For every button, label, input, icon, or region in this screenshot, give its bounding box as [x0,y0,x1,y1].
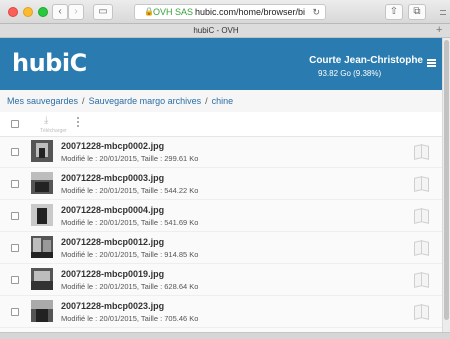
open-book-icon[interactable] [414,209,428,222]
breadcrumb-item-mes-sauvegardes[interactable]: Mes sauvegardes [7,96,78,106]
list-item[interactable]: 20071228-mbcp0002.jpg Modifié le : 20/01… [0,137,442,168]
file-meta: Modifié le : 20/01/2015, Taille : 299.61… [61,154,199,163]
file-meta: Modifié le : 20/01/2015, Taille : 705.46… [61,314,199,323]
back-button[interactable]: ‹ [52,4,68,20]
file-name[interactable]: 20071228-mbcp0004.jpg [61,205,164,215]
breadcrumb-item-chine[interactable]: chine [212,96,234,106]
actions-bar: ⤓ Télécharger [0,112,442,137]
row-checkbox[interactable] [11,212,19,220]
minimize-window-button[interactable] [23,7,33,17]
file-meta: Modifié le : 20/01/2015, Taille : 628.64… [61,282,199,291]
window-bottom-edge [0,332,450,339]
close-window-button[interactable] [8,7,18,17]
open-book-icon[interactable] [414,145,428,158]
share-button[interactable]: ⇧ [385,4,403,20]
list-item[interactable]: 20071228-mbcp0003.jpg Modifié le : 20/01… [0,169,442,200]
open-book-icon[interactable] [414,241,428,254]
address-bar[interactable]: 🔒 OVH SAS hubic.com/home/browser/bi ↻ [134,4,326,20]
file-name[interactable]: 20071228-mbcp0023.jpg [61,301,164,311]
tab-title[interactable]: hubiC - OVH [0,24,432,37]
tab-bar: hubiC - OVH + [0,24,450,38]
list-item[interactable]: 20071228-mbcp0023.jpg Modifié le : 20/01… [0,297,442,328]
breadcrumb-separator: / [205,96,208,106]
zoom-window-button[interactable] [38,7,48,17]
file-name[interactable]: 20071228-mbcp0003.jpg [61,173,164,183]
file-meta: Modifié le : 20/01/2015, Taille : 914.85… [61,250,199,259]
file-meta: Modifié le : 20/01/2015, Taille : 541.69… [61,218,199,227]
breadcrumb: Mes sauvegardes / Sauvegarde margo archive… [0,90,442,112]
vertical-scrollbar[interactable] [442,38,450,332]
download-icon[interactable]: ⤓ [44,116,48,126]
scrollbar-thumb[interactable] [444,40,449,320]
certificate-org: OVH SAS [153,7,194,17]
row-checkbox[interactable] [11,308,19,316]
open-book-icon[interactable] [414,273,428,286]
breadcrumb-separator: / [82,96,85,106]
storage-quota: 93.82 Go (9.38%) [318,69,382,78]
list-item[interactable]: 20071228-mbcp0004.jpg Modifié le : 20/01… [0,201,442,232]
row-checkbox[interactable] [11,180,19,188]
image-thumbnail[interactable] [31,172,53,194]
image-thumbnail[interactable] [31,268,53,290]
image-thumbnail[interactable] [31,236,53,258]
open-book-icon[interactable] [414,305,428,318]
image-thumbnail[interactable] [31,140,53,162]
file-list: 20071228-mbcp0002.jpg Modifié le : 20/01… [0,137,442,332]
row-checkbox[interactable] [11,276,19,284]
user-name[interactable]: Courte Jean-Christophe [309,55,423,66]
toolbar-menu-icon[interactable] [440,10,446,15]
new-tab-button[interactable]: + [436,24,442,37]
row-checkbox[interactable] [11,244,19,252]
browser-toolbar: ‹ › ▭ 🔒 OVH SAS hubic.com/home/browser/b… [0,0,450,24]
open-book-icon[interactable] [414,177,428,190]
forward-button[interactable]: › [68,4,84,20]
reload-icon[interactable]: ↻ [312,5,320,19]
file-name[interactable]: 20071228-mbcp0019.jpg [61,269,164,279]
row-checkbox[interactable] [11,148,19,156]
file-meta: Modifié le : 20/01/2015, Taille : 544.22… [61,186,199,195]
app-header: hubiC Courte Jean-Christophe 93.82 Go (9… [0,38,442,90]
address-url: hubic.com/home/browser/bi [195,7,306,17]
more-options-icon[interactable] [77,116,79,129]
list-item[interactable]: 20071228-mbcp0012.jpg Modifié le : 20/01… [0,233,442,264]
image-thumbnail[interactable] [31,300,53,322]
menu-icon[interactable] [427,59,436,67]
show-tabs-button[interactable]: ⧉ [408,4,426,20]
sidebar-toggle-button[interactable]: ▭ [93,4,113,20]
download-label: Télécharger [40,128,67,134]
breadcrumb-item-sauvegarde-margo-archives[interactable]: Sauvegarde margo archives [89,96,202,106]
file-name[interactable]: 20071228-mbcp0012.jpg [61,237,164,247]
image-thumbnail[interactable] [31,204,53,226]
hubic-logo[interactable]: hubiC [12,50,87,76]
file-name[interactable]: 20071228-mbcp0002.jpg [61,141,164,151]
select-all-checkbox[interactable] [11,120,19,128]
list-item[interactable]: 20071228-mbcp0019.jpg Modifié le : 20/01… [0,265,442,296]
